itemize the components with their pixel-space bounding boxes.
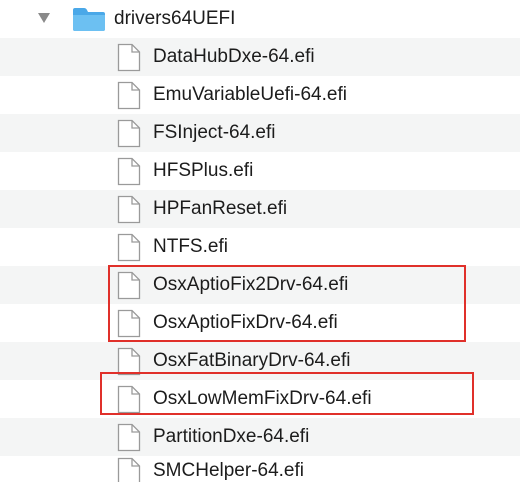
file-row[interactable]: SMCHelper-64.efi [0, 452, 520, 482]
document-icon [117, 385, 141, 414]
file-row[interactable]: EmuVariableUefi-64.efi [0, 76, 520, 114]
document-icon [117, 43, 141, 72]
disclosure-triangle-icon[interactable] [38, 13, 50, 23]
folder-icon [73, 8, 105, 31]
file-row[interactable]: NTFS.efi [0, 228, 520, 266]
file-row[interactable]: OsxAptioFix2Drv-64.efi [0, 266, 520, 304]
file-row[interactable]: PartitionDxe-64.efi [0, 418, 520, 456]
folder-row[interactable]: drivers64UEFI [0, 0, 520, 38]
file-name: NTFS.efi [153, 236, 228, 257]
document-icon [117, 309, 141, 338]
document-icon [117, 233, 141, 262]
file-row[interactable]: DataHubDxe-64.efi [0, 38, 520, 76]
document-icon [117, 271, 141, 300]
document-icon [117, 423, 141, 452]
file-name: EmuVariableUefi-64.efi [153, 84, 347, 105]
file-name: DataHubDxe-64.efi [153, 46, 315, 67]
document-icon [117, 195, 141, 224]
file-name: OsxFatBinaryDrv-64.efi [153, 350, 351, 371]
file-name: HFSPlus.efi [153, 160, 254, 181]
file-row[interactable]: OsxAptioFixDrv-64.efi [0, 304, 520, 342]
folder-name: drivers64UEFI [114, 8, 236, 29]
document-icon [117, 119, 141, 148]
file-row[interactable]: OsxFatBinaryDrv-64.efi [0, 342, 520, 380]
document-icon [117, 347, 141, 376]
finder-file-list: drivers64UEFI DataHubDxe-64.efi EmuVaria… [0, 0, 520, 482]
file-row[interactable]: HFSPlus.efi [0, 152, 520, 190]
document-icon [117, 457, 141, 482]
document-icon [117, 157, 141, 186]
file-name: PartitionDxe-64.efi [153, 426, 310, 447]
file-row[interactable]: FSInject-64.efi [0, 114, 520, 152]
file-name: OsxAptioFix2Drv-64.efi [153, 274, 349, 295]
file-name: OsxLowMemFixDrv-64.efi [153, 388, 372, 409]
file-row[interactable]: HPFanReset.efi [0, 190, 520, 228]
file-name: HPFanReset.efi [153, 198, 288, 219]
document-icon [117, 81, 141, 110]
file-name: OsxAptioFixDrv-64.efi [153, 312, 338, 333]
file-row[interactable]: OsxLowMemFixDrv-64.efi [0, 380, 520, 418]
file-name: FSInject-64.efi [153, 122, 276, 143]
file-name: SMCHelper-64.efi [153, 460, 304, 481]
